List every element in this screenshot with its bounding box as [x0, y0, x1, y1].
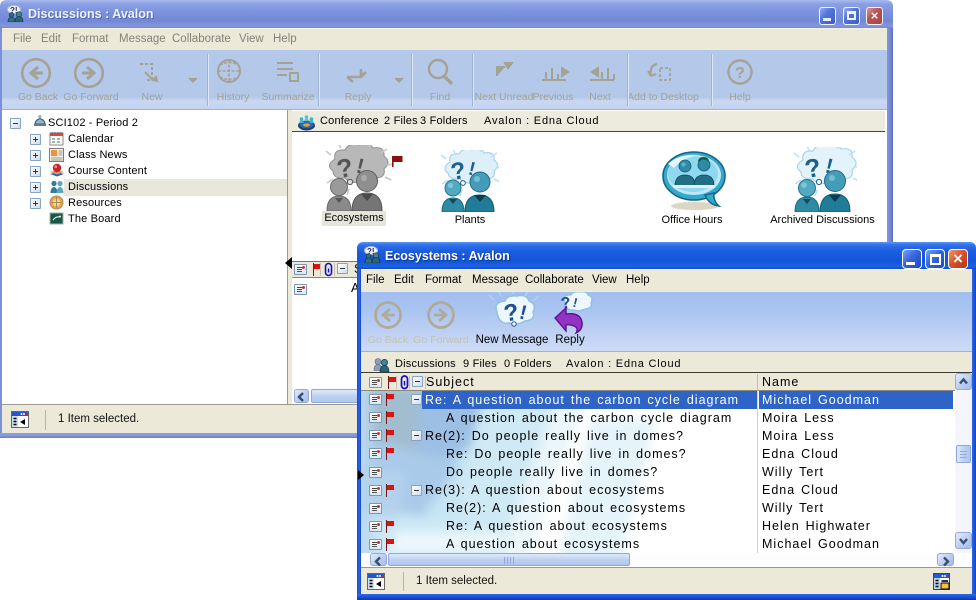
svg-text:?: ? [735, 65, 745, 82]
